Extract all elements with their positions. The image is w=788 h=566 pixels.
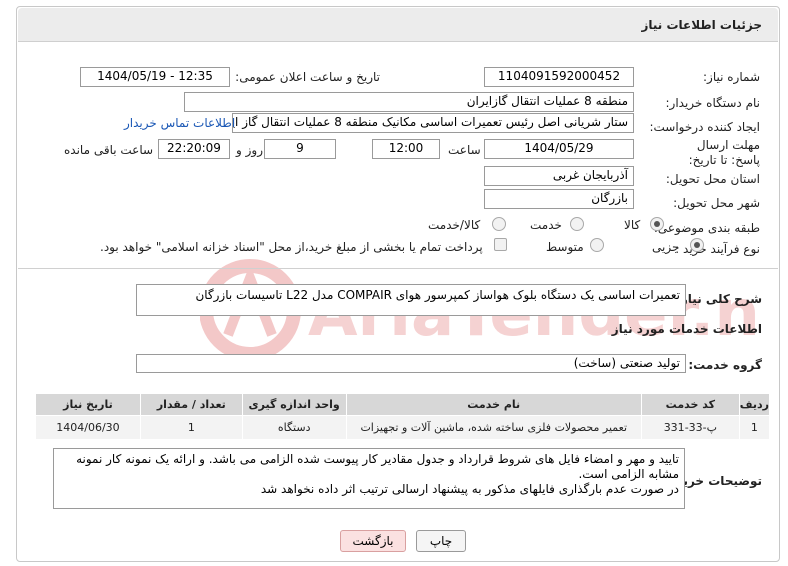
days-label: روز و <box>236 143 263 157</box>
col-date: تاریخ نیاز <box>35 393 141 416</box>
col-code: کد خدمت <box>640 393 740 416</box>
city-field[interactable]: بازرگان <box>484 189 634 209</box>
panel-header: جزئیات اطلاعات نیاز <box>18 8 778 42</box>
process-label: نوع فرآیند خرید : <box>675 242 760 256</box>
category-label: طبقه بندی موضوعی: <box>653 221 760 235</box>
deadline-date-field[interactable]: 1404/05/29 <box>484 139 634 159</box>
buyer-notes-line2: در صورت عدم بارگذاری فایلهای مذکور به پی… <box>260 482 679 496</box>
col-unit: واحد اندازه گیری <box>241 393 347 416</box>
buyer-contact-link[interactable]: اطلاعات تماس خریدار <box>124 116 235 130</box>
buyer-notes-textarea[interactable]: تایید و مهر و امضاء فایل های شروط قراردا… <box>53 448 685 509</box>
category-goods-radio[interactable] <box>650 217 664 231</box>
need-number-label: شماره نیاز: <box>703 70 760 84</box>
creator-label: ایجاد کننده درخواست: <box>649 120 760 134</box>
cell-unit: دستگاه <box>241 415 347 440</box>
service-group-field[interactable]: تولید صنعتی (ساخت) <box>136 354 686 373</box>
announce-label: تاریخ و ساعت اعلان عمومی: <box>235 70 380 84</box>
creator-field[interactable]: ستار شریانی اصل رئیس تعمیرات اساسی مکانی… <box>232 113 634 133</box>
services-section-title: اطلاعات خدمات مورد نیاز <box>611 322 762 336</box>
cell-name: تعمیر محصولات فلزی ساخته شده، ماشین آلات… <box>345 415 642 440</box>
cell-qty: 1 <box>139 415 243 440</box>
deadline-label: مهلت ارسال پاسخ: تا تاریخ: <box>688 138 760 167</box>
deadline-time-label: ساعت <box>448 143 481 157</box>
table-row: 1 پ-33-331 تعمیر محصولات فلزی ساخته شده،… <box>35 415 771 440</box>
deadline-time-field[interactable]: 12:00 <box>372 139 440 159</box>
col-name: نام خدمت <box>345 393 642 416</box>
cell-date: 1404/06/30 <box>35 415 141 440</box>
province-label: استان محل تحویل: <box>665 172 760 186</box>
col-qty: تعداد / مقدار <box>139 393 243 416</box>
process-minor-radio[interactable] <box>690 238 704 252</box>
col-row: ردیف <box>738 393 771 416</box>
need-number-field[interactable]: 1104091592000452 <box>484 67 634 87</box>
category-goods-label: کالا <box>624 218 641 232</box>
process-minor-label: جزیی <box>652 240 680 254</box>
print-button[interactable]: چاپ <box>416 530 466 552</box>
cell-code: پ-33-331 <box>640 415 740 440</box>
services-table: ردیف کد خدمت نام خدمت واحد اندازه گیری ت… <box>35 393 771 440</box>
summary-textarea[interactable]: تعمیرات اساسی یک دستگاه بلوک هواساز کمپر… <box>136 284 686 316</box>
remaining-time-field[interactable]: 22:20:09 <box>158 139 230 159</box>
service-group-label: گروه خدمت: <box>688 358 762 372</box>
process-medium-label: متوسط <box>546 240 584 254</box>
province-field[interactable]: آذربایجان غربی <box>484 166 634 186</box>
process-medium-radio[interactable] <box>590 238 604 252</box>
remaining-time-label: ساعت باقی مانده <box>64 143 154 157</box>
category-goods-service-label: کالا/خدمت <box>428 218 481 232</box>
buyer-notes-line1: تایید و مهر و امضاء فایل های شروط قراردا… <box>76 452 679 481</box>
category-service-label: خدمت <box>530 218 562 232</box>
summary-label: شرح کلی نیاز: <box>676 292 762 306</box>
divider <box>18 268 778 269</box>
announce-date-field[interactable]: 1404/05/19 - 12:35 <box>80 67 230 87</box>
buyer-label: نام دستگاه خریدار: <box>665 96 761 110</box>
treasury-payment-checkbox[interactable] <box>494 238 507 251</box>
city-label: شهر محل تحویل: <box>673 196 760 210</box>
services-table-header: ردیف کد خدمت نام خدمت واحد اندازه گیری ت… <box>35 393 771 416</box>
treasury-payment-note: پرداخت تمام یا بخشی از مبلغ خرید،از محل … <box>100 240 483 254</box>
category-goods-service-radio[interactable] <box>492 217 506 231</box>
category-service-radio[interactable] <box>570 217 584 231</box>
cell-row: 1 <box>738 415 771 440</box>
back-button[interactable]: بازگشت <box>340 530 406 552</box>
buyer-field[interactable]: منطقه 8 عملیات انتقال گازایران <box>184 92 634 112</box>
days-remaining-field[interactable]: 9 <box>264 139 336 159</box>
page-title: جزئیات اطلاعات نیاز <box>641 18 762 32</box>
